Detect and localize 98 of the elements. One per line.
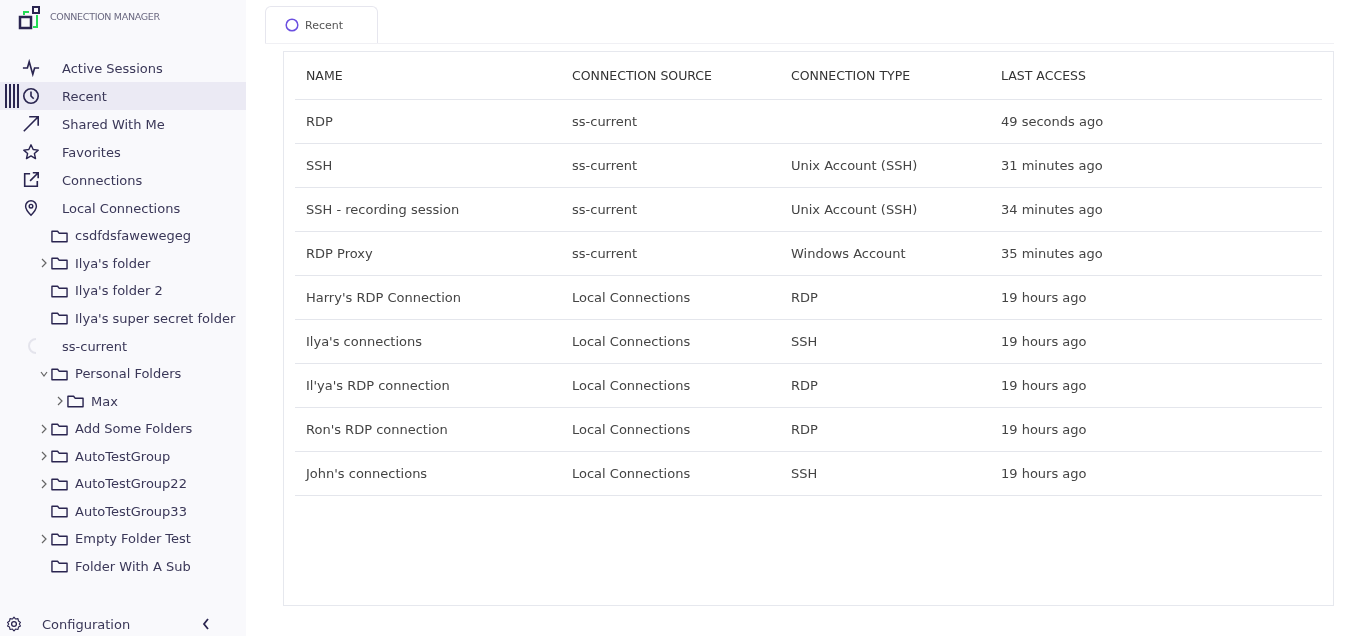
circle-icon: [285, 18, 299, 32]
nav-item[interactable]: ss-current: [0, 332, 246, 360]
table-cell: 49 seconds ago: [1001, 114, 1104, 129]
folder-icon: [51, 311, 68, 326]
table-cell: RDP: [791, 378, 818, 393]
clock-icon: [22, 87, 40, 105]
nav-item[interactable]: Connections: [0, 166, 246, 194]
table-cell: ss-current: [572, 114, 638, 129]
table-cell: John's connections: [306, 466, 428, 481]
collapse-sidebar-icon[interactable]: [202, 618, 210, 630]
column-header: NAME: [306, 68, 343, 83]
table-cell: 34 minutes ago: [1001, 202, 1103, 217]
chevron-right-icon: [40, 478, 48, 489]
folder-item[interactable]: csdfdsfawewegeg: [0, 222, 246, 250]
folder-icon: [51, 283, 68, 298]
chevron-right-icon: [56, 396, 64, 407]
folder-icon: [51, 366, 68, 381]
table-cell: Local Connections: [572, 466, 691, 481]
table-cell: Local Connections: [572, 378, 691, 393]
table-cell: RDP: [306, 114, 333, 129]
table-cell: Ron's RDP connection: [306, 422, 448, 437]
table-cell: Ilya's connections: [306, 334, 422, 349]
table-cell: Unix Account (SSH): [791, 158, 918, 173]
table-cell: SSH - recording session: [306, 202, 460, 217]
nav-item[interactable]: Favorites: [0, 138, 246, 166]
folder-icon: [51, 449, 68, 464]
table-cell: Il'ya's RDP connection: [306, 378, 450, 393]
table-cell: RDP Proxy: [306, 246, 373, 261]
folder-item[interactable]: Folder With A Sub: [0, 552, 246, 580]
table-cell: ss-current: [572, 202, 638, 217]
table-cell: Unix Account (SSH): [791, 202, 918, 217]
tab[interactable]: Recent: [265, 6, 379, 43]
settings-icon: [6, 616, 22, 632]
pulse-icon: [22, 59, 40, 77]
arrow-icon: [22, 115, 40, 133]
column-header: LAST ACCESS: [1001, 68, 1086, 83]
table-cell: Local Connections: [572, 290, 691, 305]
table-row[interactable]: Harry's RDP Connection Local Connections RDP 19 hours ago: [295, 275, 1322, 320]
star-icon: [22, 143, 40, 161]
folder-icon: [51, 476, 68, 491]
table-row[interactable]: SSH - recording session ss-current Unix Account (SSH) 34 minutes ago: [295, 187, 1322, 232]
table-row[interactable]: Ilya's connections Local Connections SSH 19 hours ago: [295, 319, 1322, 364]
table-cell: 19 hours ago: [1001, 422, 1087, 437]
folder-icon: [51, 421, 68, 436]
table-cell: 31 minutes ago: [1001, 158, 1103, 173]
table-cell: Local Connections: [572, 334, 691, 349]
table-cell: ss-current: [572, 158, 638, 173]
folder-item[interactable]: Ilya's folder 2: [0, 277, 246, 305]
folder-item[interactable]: Ilya's folder: [0, 249, 246, 277]
folder-item[interactable]: AutoTestGroup22: [0, 470, 246, 498]
folder-icon: [67, 394, 84, 409]
folder-icon: [51, 559, 68, 574]
nav-item[interactable]: Local Connections: [0, 194, 246, 222]
chevron-right-icon: [40, 423, 48, 434]
table-cell: ss-current: [572, 246, 638, 261]
folder-icon: [51, 228, 68, 243]
column-header: CONNECTION TYPE: [791, 68, 911, 83]
location-pin-icon: [22, 199, 40, 217]
table-cell: 19 hours ago: [1001, 378, 1087, 393]
table-row[interactable]: John's connections Local Connections SSH 19 hours ago: [295, 451, 1322, 496]
external-link-icon: [22, 171, 40, 189]
table-cell: 19 hours ago: [1001, 290, 1087, 305]
app-title: CONNECTION MANAGER: [50, 11, 160, 22]
table-cell: SSH: [791, 334, 818, 349]
chevron-right-icon: [40, 451, 48, 462]
folder-item[interactable]: Add Some Folders: [0, 415, 246, 443]
nav-item[interactable]: Shared With Me: [0, 110, 246, 138]
table-row[interactable]: Il'ya's RDP connection Local Connections RDP 19 hours ago: [295, 363, 1322, 408]
table-cell: SSH: [306, 158, 333, 173]
column-header: CONNECTION SOURCE: [572, 68, 712, 83]
folder-item[interactable]: Max: [0, 387, 246, 415]
table-cell: SSH: [791, 466, 818, 481]
table-cell: RDP: [791, 422, 818, 437]
folder-icon: [51, 256, 68, 271]
configuration-link[interactable]: Configuration: [42, 616, 202, 632]
table-row[interactable]: RDP Proxy ss-current Windows Account 35 minutes ago: [295, 231, 1322, 276]
table-row[interactable]: RDP ss-current 49 seconds ago: [295, 99, 1322, 144]
table-cell: Windows Account: [791, 246, 906, 261]
folder-icon: [51, 504, 68, 519]
table-cell: RDP: [791, 290, 818, 305]
chevron-right-icon: [40, 258, 48, 269]
chevron-right-icon: [40, 533, 48, 544]
folder-item[interactable]: AutoTestGroup33: [0, 497, 246, 525]
table-row[interactable]: SSH ss-current Unix Account (SSH) 31 minutes ago: [295, 143, 1322, 188]
folder-item[interactable]: AutoTestGroup: [0, 442, 246, 470]
nav-item[interactable]: Active Sessions: [0, 54, 246, 82]
folder-icon: [51, 531, 68, 546]
table-cell: 19 hours ago: [1001, 334, 1087, 349]
folder-item[interactable]: Empty Folder Test: [0, 525, 246, 553]
folder-item[interactable]: Ilya's super secret folder: [0, 304, 246, 332]
table-cell: Harry's RDP Connection: [306, 290, 461, 305]
nav-item[interactable]: Recent: [0, 82, 246, 110]
table-row[interactable]: Ron's RDP connection Local Connections RDP 19 hours ago: [295, 407, 1322, 452]
folder-item[interactable]: Personal Folders: [0, 360, 246, 388]
table-cell: Local Connections: [572, 422, 691, 437]
table-cell: 35 minutes ago: [1001, 246, 1103, 261]
selection-bars-icon: [5, 84, 19, 108]
table-cell: 19 hours ago: [1001, 466, 1087, 481]
